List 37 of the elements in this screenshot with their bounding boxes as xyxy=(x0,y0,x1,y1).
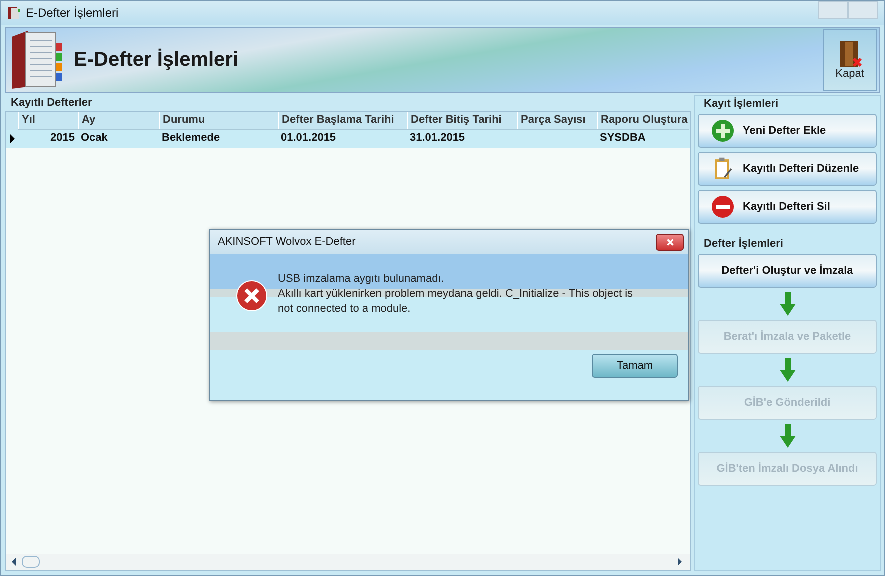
group-title: Defter İşlemleri xyxy=(703,236,784,252)
scroll-thumb[interactable] xyxy=(22,556,40,568)
scroll-left-icon[interactable] xyxy=(12,558,16,566)
group-title: Kayıt İşlemleri xyxy=(703,96,780,112)
down-arrow-icon xyxy=(780,424,796,448)
action-button[interactable]: Kayıtlı Defteri Sil xyxy=(698,190,877,224)
book-icon xyxy=(7,6,21,20)
door-icon xyxy=(837,40,863,68)
row-pointer-icon xyxy=(10,134,14,144)
table-cell-text: Ocak xyxy=(80,131,109,146)
table-cell-text: 31.01.2015 xyxy=(409,131,466,146)
ok-button[interactable]: Tamam xyxy=(592,354,678,378)
minus-icon xyxy=(711,195,735,219)
step-button[interactable]: Defter'i Oluştur ve İmzala xyxy=(698,254,877,288)
action-button[interactable]: Kayıtlı Defteri Düzenle xyxy=(698,152,877,186)
error-icon xyxy=(236,280,268,312)
table-row[interactable]: 2015 Ocak Beklemede 01.01.2015 31.01.2015 SYSDBA xyxy=(6,130,690,148)
group-title: Kayıtlı Defterler xyxy=(10,96,94,111)
down-arrow-icon xyxy=(780,358,796,382)
table-cell-text: 01.01.2015 xyxy=(280,131,338,146)
table-cell-text: 2015 xyxy=(50,131,76,146)
close-icon xyxy=(666,238,674,246)
table-cell-text: Beklemede xyxy=(161,131,222,146)
horizontal-scrollbar[interactable] xyxy=(6,554,690,570)
header-title: E-Defter İşlemleri xyxy=(74,48,240,72)
minimize-button[interactable] xyxy=(818,1,848,19)
dialog-title: AKINSOFT Wolvox E-Defter xyxy=(218,236,357,248)
action-button[interactable]: Yeni Defter Ekle xyxy=(698,114,877,148)
message-text: Akıllı kart yüklenirken problem meydana geldi. C_Initialize - This object is not connected to a module. xyxy=(278,287,634,317)
close-button[interactable] xyxy=(656,234,684,250)
close-app-button[interactable]: Kapat xyxy=(823,29,877,91)
window-title: E-Defter İşlemleri xyxy=(26,6,120,20)
down-arrow-icon xyxy=(780,292,796,316)
scroll-right-icon[interactable] xyxy=(678,558,682,566)
message-text: USB imzalama aygıtı bulunamadı. xyxy=(278,272,446,287)
plus-icon xyxy=(711,119,735,143)
table-cell-text: SYSDBA xyxy=(599,131,647,146)
